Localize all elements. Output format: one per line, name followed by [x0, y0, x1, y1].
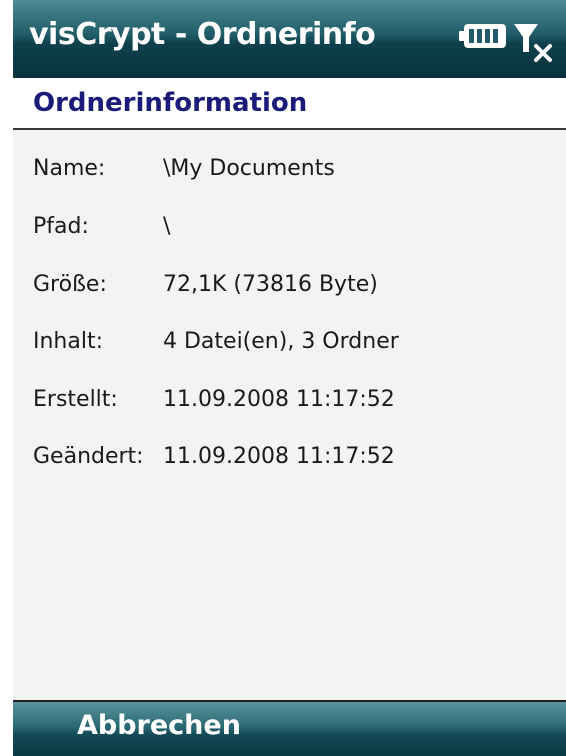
- info-value: 11.09.2008 11:17:52: [163, 387, 395, 412]
- info-row-path: Pfad: \: [33, 214, 553, 254]
- info-row-content: Inhalt: 4 Datei(en), 3 Ordner: [33, 329, 553, 369]
- info-row-modified: Geändert: 11.09.2008 11:17:52: [33, 444, 553, 484]
- info-label: Erstellt:: [33, 387, 118, 412]
- info-label: Größe:: [33, 272, 107, 297]
- info-value: 4 Datei(en), 3 Ordner: [163, 329, 399, 354]
- info-label: Geändert:: [33, 444, 144, 469]
- info-label: Pfad:: [33, 214, 89, 239]
- info-label: Name:: [33, 156, 106, 181]
- info-row-name: Name: \My Documents: [33, 156, 553, 196]
- signal-off-icon: [512, 22, 552, 62]
- info-value: \: [163, 214, 171, 239]
- cancel-softkey[interactable]: Abbrechen: [67, 706, 251, 745]
- info-value: 11.09.2008 11:17:52: [163, 444, 395, 469]
- section-header: Ordnerinformation: [13, 78, 566, 130]
- info-label: Inhalt:: [33, 329, 104, 354]
- folder-info-panel: Name: \My Documents Pfad: \ Größe: 72,1K…: [13, 130, 566, 700]
- section-title: Ordnerinformation: [33, 88, 308, 118]
- info-row-created: Erstellt: 11.09.2008 11:17:52: [33, 387, 553, 427]
- info-row-size: Größe: 72,1K (73816 Byte): [33, 272, 553, 312]
- status-icons[interactable]: [458, 22, 552, 62]
- battery-icon: [458, 22, 508, 50]
- window-title: visCrypt - Ordnerinfo: [29, 17, 376, 52]
- title-bar: visCrypt - Ordnerinfo: [13, 0, 566, 78]
- softkey-bar: Abbrechen: [13, 700, 566, 756]
- info-value: \My Documents: [163, 156, 335, 181]
- info-value: 72,1K (73816 Byte): [163, 272, 378, 297]
